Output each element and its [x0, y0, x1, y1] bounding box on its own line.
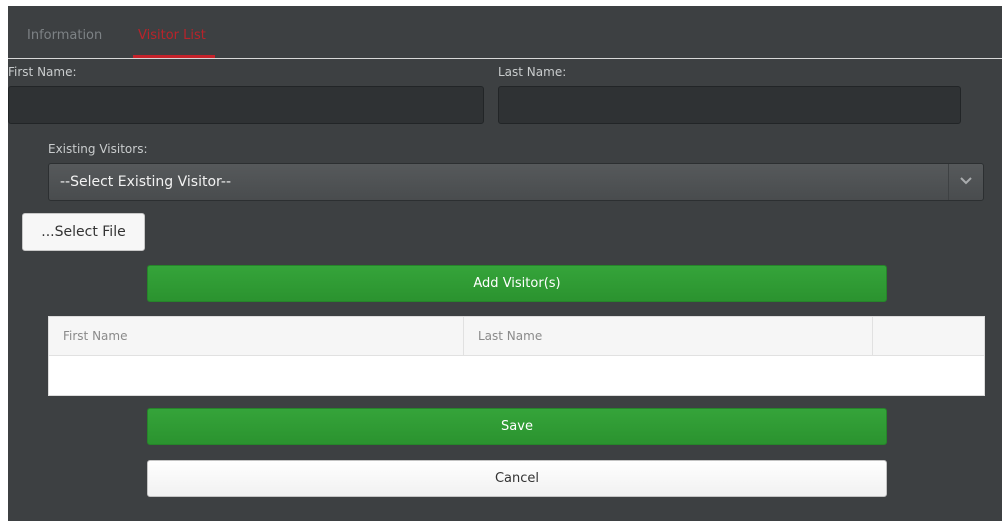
tab-visitor-list[interactable]: Visitor List [138, 28, 206, 43]
active-tab-indicator [133, 55, 215, 58]
add-visitors-button[interactable]: Add Visitor(s) [147, 265, 887, 302]
existing-visitor-select-value: --Select Existing Visitor-- [60, 174, 232, 190]
tab-bar: Information Visitor List [8, 6, 1002, 59]
existing-visitors-label: Existing Visitors: [48, 142, 148, 156]
visitor-table: First Name Last Name [48, 316, 985, 396]
table-header: First Name Last Name [49, 317, 984, 356]
column-header-actions [873, 317, 985, 355]
column-header-last-name[interactable]: Last Name [464, 317, 873, 355]
visitor-form-panel: Information Visitor List First Name: Las… [8, 6, 1002, 521]
save-button[interactable]: Save [147, 408, 887, 445]
first-name-label: First Name: [8, 65, 77, 79]
tab-information[interactable]: Information [27, 28, 102, 43]
first-name-field[interactable] [8, 86, 484, 124]
select-file-button[interactable]: ...Select File [22, 213, 145, 251]
select-arrow-button[interactable] [948, 164, 983, 200]
column-header-first-name[interactable]: First Name [49, 317, 464, 355]
cancel-button[interactable]: Cancel [147, 460, 887, 497]
last-name-field[interactable] [498, 86, 961, 124]
existing-visitor-select[interactable]: --Select Existing Visitor-- [48, 163, 984, 201]
table-empty-row [49, 356, 984, 395]
chevron-down-icon [960, 177, 972, 185]
last-name-label: Last Name: [498, 65, 567, 79]
